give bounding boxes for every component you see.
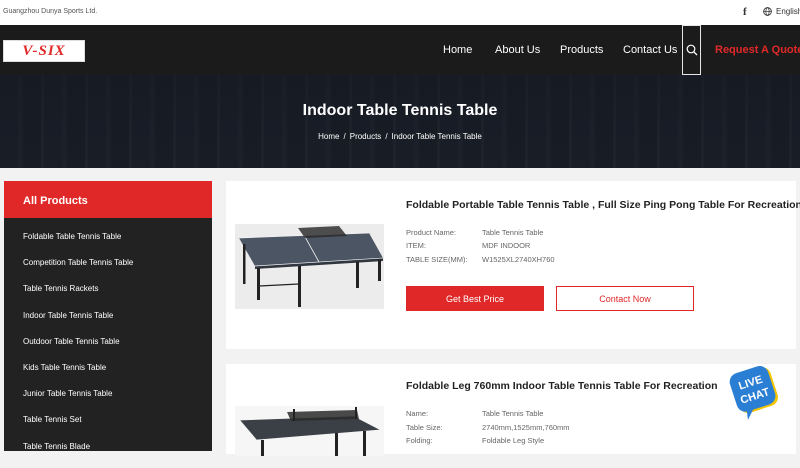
page-title: Indoor Table Tennis Table [302, 102, 498, 119]
sidebar-item-set[interactable]: Table Tennis Set [4, 415, 212, 441]
sidebar-item-indoor[interactable]: Indoor Table Tennis Table [4, 311, 212, 337]
globe-icon [763, 7, 772, 16]
product-card: Foldable Portable Table Tennis Table , F… [226, 181, 800, 349]
facebook-icon[interactable]: f [743, 6, 747, 18]
language-label: English [776, 7, 800, 16]
sidebar-item-foldable[interactable]: Foldable Table Tennis Table [4, 232, 212, 258]
logo-text: V-SIX [22, 42, 66, 59]
spec-value: MDF INDOOR [482, 241, 531, 250]
page-banner: Indoor Table Tennis Table Home / Products /… [0, 75, 800, 168]
table-tennis-table-image [235, 224, 384, 309]
contact-now-button[interactable]: Contact Now [556, 286, 694, 311]
search-button[interactable] [682, 25, 701, 75]
sidebar-item-competition[interactable]: Competition Table Tennis Table [4, 258, 212, 284]
product-card: Foldable Leg 760mm Indoor Table Tennis T… [226, 364, 796, 456]
sidebar-heading: All Products [4, 181, 212, 218]
breadcrumb-products[interactable]: Products [350, 132, 382, 141]
product-title[interactable]: Foldable Portable Table Tennis Table , F… [406, 199, 800, 211]
spec-value: Foldable Leg Style [482, 436, 545, 445]
company-name: Guangzhou Dunya Sports Ltd. [3, 8, 98, 15]
sidebar-item-blade[interactable]: Table Tennis Blade [4, 442, 212, 468]
table-tennis-table-image [235, 406, 384, 456]
language-selector[interactable]: English [763, 7, 800, 16]
spec-label: TABLE SIZE(MM): [406, 255, 468, 264]
spec-value: Table Tennis Table [482, 409, 544, 418]
nav-products[interactable]: Products [560, 44, 603, 56]
sidebar-item-outdoor[interactable]: Outdoor Table Tennis Table [4, 337, 212, 363]
spec-label: Table Size: [406, 423, 443, 432]
spec-label: Folding: [406, 436, 433, 445]
category-list: Foldable Table Tennis Table Competition … [4, 218, 212, 468]
spec-label: Product Name: [406, 228, 457, 237]
nav-about-us[interactable]: About Us [495, 44, 540, 56]
product-image[interactable] [235, 224, 384, 309]
breadcrumb-home[interactable]: Home [318, 132, 339, 141]
chat-bubble-icon: LIVE CHAT [729, 366, 778, 420]
spec-label: Name: [406, 409, 429, 418]
breadcrumb-separator: / [343, 132, 346, 141]
breadcrumb-separator: / [385, 132, 388, 141]
nav-contact-us[interactable]: Contact Us [623, 44, 677, 56]
top-bar: Guangzhou Dunya Sports Ltd. f English [0, 0, 800, 25]
sidebar-item-kids[interactable]: Kids Table Tennis Table [4, 363, 212, 389]
product-title[interactable]: Foldable Leg 760mm Indoor Table Tennis T… [406, 380, 718, 392]
spec-value: W1525XL2740XH760 [482, 255, 555, 264]
spec-value: 2740mm,1525mm,760mm [482, 423, 570, 432]
breadcrumb-current: Indoor Table Tennis Table [391, 132, 482, 141]
request-quote-link[interactable]: Request A Quote [715, 44, 800, 56]
nav-home[interactable]: Home [443, 44, 472, 56]
search-icon [686, 44, 697, 56]
live-chat-widget[interactable]: LIVE CHAT [728, 364, 784, 422]
sidebar-item-junior[interactable]: Junior Table Tennis Table [4, 389, 212, 415]
logo[interactable]: V-SIX [3, 40, 85, 62]
sidebar-item-rackets[interactable]: Table Tennis Rackets [4, 284, 212, 310]
spec-label: ITEM: [406, 241, 426, 250]
spec-value: Table Tennis Table [482, 228, 544, 237]
product-image[interactable] [235, 406, 384, 456]
product-category-sidebar: All Products Foldable Table Tennis Table… [4, 181, 212, 451]
main-nav: V-SIX Home About Us Products Contact Us … [0, 25, 800, 75]
get-best-price-button[interactable]: Get Best Price [406, 286, 544, 311]
breadcrumb: Home / Products / Indoor Table Tennis Table [0, 132, 800, 141]
